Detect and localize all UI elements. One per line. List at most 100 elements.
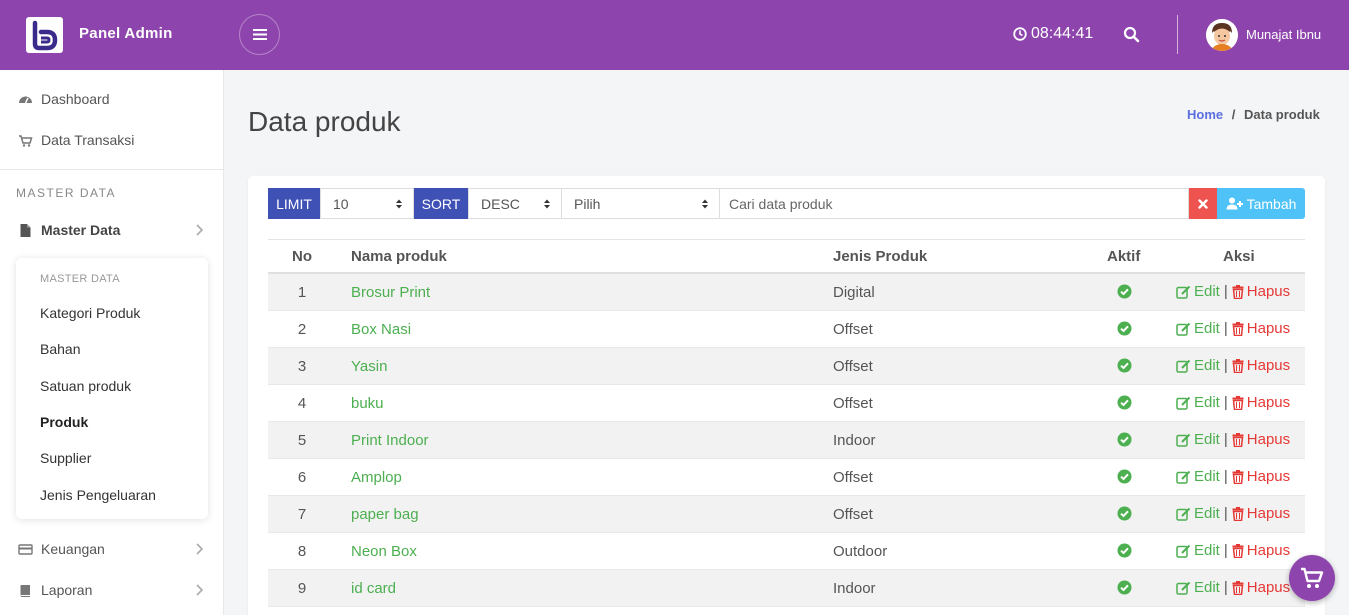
clock-time: 08:44:41 bbox=[1031, 25, 1094, 42]
cell-jenis: Digital bbox=[833, 284, 875, 301]
table-row: 1 Brosur Print Digital Edit | Hapus bbox=[268, 274, 1305, 311]
select-arrows-icon bbox=[544, 199, 550, 209]
search-icon bbox=[1123, 26, 1140, 43]
edit-label: Edit bbox=[1194, 394, 1220, 411]
edit-button[interactable]: Edit bbox=[1176, 320, 1220, 337]
credit-card-icon bbox=[18, 543, 33, 555]
submenu-item-supplier[interactable]: Supplier bbox=[40, 450, 91, 466]
table-header: No Nama produk Jenis Produk Aktif Aksi bbox=[268, 239, 1305, 274]
check-circle-icon bbox=[1117, 580, 1132, 595]
row-actions: Edit | Hapus bbox=[1176, 579, 1290, 596]
column-header-aksi: Aksi bbox=[1223, 248, 1255, 265]
cell-product-name-link[interactable]: id card bbox=[351, 580, 396, 597]
menu-toggle-button[interactable] bbox=[239, 14, 280, 55]
sidebar-item-laporan[interactable]: Laporan bbox=[0, 570, 224, 610]
edit-button[interactable]: Edit bbox=[1176, 431, 1220, 448]
sidebar-divider bbox=[0, 169, 224, 170]
sort-select[interactable]: DESC bbox=[468, 188, 562, 219]
cell-product-name-link[interactable]: Print Indoor bbox=[351, 432, 429, 449]
cell-product-name-link[interactable]: Brosur Print bbox=[351, 284, 430, 301]
delete-button[interactable]: Hapus bbox=[1232, 357, 1290, 374]
edit-label: Edit bbox=[1194, 542, 1220, 559]
edit-button[interactable]: Edit bbox=[1176, 468, 1220, 485]
edit-label: Edit bbox=[1194, 431, 1220, 448]
sidebar-item-master-data[interactable]: Master Data bbox=[0, 210, 224, 250]
edit-button[interactable]: Edit bbox=[1176, 505, 1220, 522]
sidebar-item-label: Master Data bbox=[41, 222, 121, 238]
action-separator: | bbox=[1223, 542, 1228, 559]
edit-icon bbox=[1176, 544, 1191, 558]
search-button[interactable] bbox=[1123, 26, 1140, 43]
limit-select-value: 10 bbox=[333, 195, 349, 212]
search-input[interactable]: Cari data produk bbox=[719, 188, 1189, 219]
check-circle-icon bbox=[1117, 469, 1132, 484]
brand-title: Panel Admin bbox=[79, 25, 173, 42]
edit-icon bbox=[1176, 322, 1191, 336]
delete-label: Hapus bbox=[1246, 431, 1291, 448]
user-name[interactable]: Munajat Ibnu bbox=[1246, 27, 1321, 42]
edit-label: Edit bbox=[1194, 579, 1220, 596]
category-filter-select[interactable]: Pilih bbox=[561, 188, 720, 219]
chevron-right-icon bbox=[196, 543, 203, 555]
chevron-right-icon bbox=[196, 584, 203, 596]
limit-select[interactable]: 10 bbox=[320, 188, 414, 219]
breadcrumb-separator: / bbox=[1231, 107, 1236, 122]
add-product-button[interactable]: Tambah bbox=[1217, 188, 1305, 219]
column-header-name: Nama produk bbox=[351, 248, 447, 265]
cell-product-name-link[interactable]: buku bbox=[351, 395, 384, 412]
edit-button[interactable]: Edit bbox=[1176, 283, 1220, 300]
avatar[interactable] bbox=[1206, 19, 1238, 51]
submenu-item-jenis-pengeluaran[interactable]: Jenis Pengeluaran bbox=[40, 487, 156, 503]
check-circle-icon bbox=[1117, 432, 1132, 447]
submenu-item-kategori-produk[interactable]: Kategori Produk bbox=[40, 305, 140, 321]
cell-product-name-link[interactable]: Neon Box bbox=[351, 543, 417, 560]
edit-icon bbox=[1176, 581, 1191, 595]
check-circle-icon bbox=[1117, 395, 1132, 410]
delete-button[interactable]: Hapus bbox=[1232, 320, 1290, 337]
edit-button[interactable]: Edit bbox=[1176, 394, 1220, 411]
delete-button[interactable]: Hapus bbox=[1232, 283, 1290, 300]
cell-jenis: Indoor bbox=[833, 580, 876, 597]
breadcrumb-home-link[interactable]: Home bbox=[1187, 107, 1223, 122]
edit-button[interactable]: Edit bbox=[1176, 542, 1220, 559]
edit-button[interactable]: Edit bbox=[1176, 357, 1220, 374]
cart-fab-button[interactable] bbox=[1289, 555, 1335, 601]
action-separator: | bbox=[1223, 283, 1228, 300]
cell-jenis: Offset bbox=[833, 321, 873, 338]
select-arrows-icon bbox=[702, 199, 708, 209]
delete-button[interactable]: Hapus bbox=[1232, 431, 1290, 448]
table-row: 5 Print Indoor Indoor Edit | Hapus bbox=[268, 422, 1305, 459]
submenu-title: MASTER DATA bbox=[40, 273, 120, 285]
edit-button[interactable]: Edit bbox=[1176, 579, 1220, 596]
delete-button[interactable]: Hapus bbox=[1232, 579, 1290, 596]
edit-icon bbox=[1176, 433, 1191, 447]
logo[interactable] bbox=[26, 17, 63, 53]
submenu-item-produk[interactable]: Produk bbox=[40, 414, 88, 430]
clear-search-button[interactable] bbox=[1189, 188, 1217, 219]
chevron-right-icon bbox=[196, 224, 203, 236]
check-circle-icon bbox=[1117, 358, 1132, 373]
sidebar-item-dashboard[interactable]: Dashboard bbox=[0, 79, 224, 119]
delete-button[interactable]: Hapus bbox=[1232, 394, 1290, 411]
search-input-placeholder: Cari data produk bbox=[729, 195, 833, 212]
delete-button[interactable]: Hapus bbox=[1232, 468, 1290, 485]
row-actions: Edit | Hapus bbox=[1176, 542, 1290, 559]
cell-product-name-link[interactable]: Box Nasi bbox=[351, 321, 411, 338]
cell-product-name-link[interactable]: Yasin bbox=[351, 358, 387, 375]
check-circle-icon bbox=[1117, 543, 1132, 558]
table-row: 7 paper bag Offset Edit | Hapus bbox=[268, 496, 1305, 533]
submenu-item-bahan[interactable]: Bahan bbox=[40, 341, 80, 357]
delete-label: Hapus bbox=[1246, 505, 1291, 522]
limit-label: LIMIT bbox=[268, 188, 320, 219]
clock-icon bbox=[1013, 27, 1027, 41]
submenu-item-satuan-produk[interactable]: Satuan produk bbox=[40, 378, 131, 394]
sidebar-item-label: Data Transaksi bbox=[41, 132, 135, 148]
cell-product-name-link[interactable]: Amplop bbox=[351, 469, 402, 486]
sidebar-item-keuangan[interactable]: Keuangan bbox=[0, 529, 224, 569]
delete-button[interactable]: Hapus bbox=[1232, 505, 1290, 522]
sidebar-item-data-transaksi[interactable]: Data Transaksi bbox=[0, 120, 224, 160]
cell-no: 4 bbox=[297, 395, 307, 412]
cell-product-name-link[interactable]: paper bag bbox=[351, 506, 419, 523]
row-actions: Edit | Hapus bbox=[1176, 431, 1290, 448]
delete-button[interactable]: Hapus bbox=[1232, 542, 1290, 559]
